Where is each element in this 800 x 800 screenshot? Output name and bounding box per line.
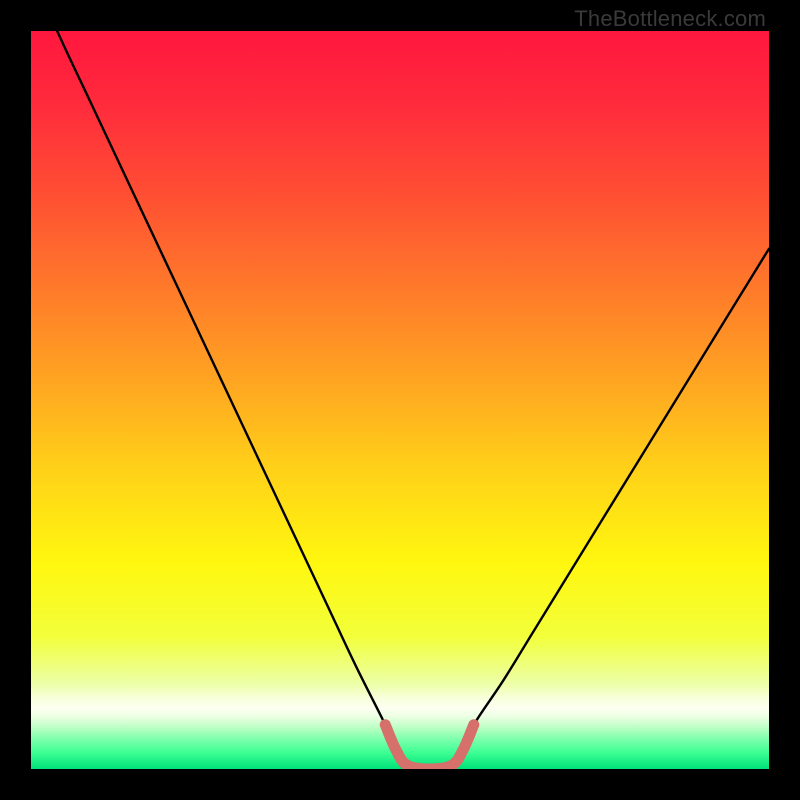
curve-layer	[31, 31, 769, 769]
chart-frame: TheBottleneck.com	[0, 0, 800, 800]
highlight-segment	[385, 725, 474, 769]
watermark-text: TheBottleneck.com	[574, 6, 766, 32]
plot-area	[31, 31, 769, 769]
bottleneck-curve	[31, 31, 769, 769]
